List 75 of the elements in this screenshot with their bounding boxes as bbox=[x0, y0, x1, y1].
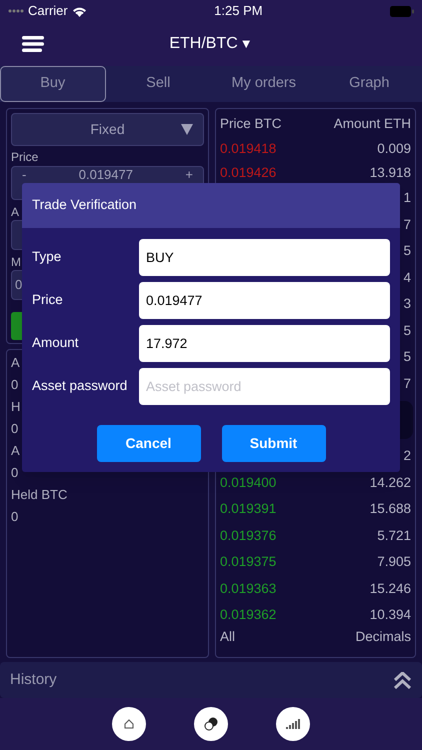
decimals-filter[interactable]: Decimals bbox=[355, 628, 411, 644]
input-field[interactable]: BUY bbox=[139, 239, 390, 276]
time-text: 1:25 PM bbox=[214, 2, 263, 20]
amount-text: 2 bbox=[403, 447, 411, 466]
amount-text: 15.688 bbox=[370, 500, 411, 518]
balance-label: A bbox=[11, 442, 20, 460]
wifi-icon bbox=[72, 6, 87, 16]
price-text: 0.019426 bbox=[220, 164, 276, 182]
amount-text: 15.246 bbox=[370, 580, 411, 598]
max-label: M bbox=[11, 254, 21, 270]
balance-label: Held BTC bbox=[11, 486, 68, 504]
price-text: 0.019363 bbox=[220, 580, 276, 598]
price-text: 0.019376 bbox=[220, 526, 276, 545]
all-filter[interactable]: All bbox=[220, 628, 236, 644]
amount-text: 10.394 bbox=[370, 606, 411, 624]
decrement-button[interactable]: - bbox=[22, 167, 26, 182]
bar-chart-icon bbox=[286, 719, 300, 729]
amount-text: 7.905 bbox=[377, 553, 411, 572]
pair-selector[interactable]: ETH/BTC▼ bbox=[169, 32, 253, 56]
amount-text: 7 bbox=[403, 216, 411, 234]
carrier-text: Carrier bbox=[28, 2, 68, 20]
price-label: Price bbox=[11, 150, 38, 164]
input-field[interactable]: 0.019477 bbox=[139, 282, 390, 319]
tab[interactable]: Graph bbox=[316, 66, 422, 102]
price-text: 0.019362 bbox=[220, 606, 276, 624]
home-icon bbox=[124, 719, 134, 729]
tab[interactable]: Sell bbox=[106, 66, 211, 102]
coins-icon bbox=[204, 717, 218, 731]
balance-label: A bbox=[11, 354, 20, 372]
price-text: 0.019375 bbox=[220, 553, 276, 572]
amount-text: 5.721 bbox=[377, 526, 411, 545]
balance-value: 0 bbox=[11, 376, 18, 394]
input-field[interactable]: Asset password bbox=[139, 368, 390, 405]
field-label: Asset password bbox=[32, 377, 128, 396]
increment-button[interactable]: + bbox=[185, 167, 193, 182]
history-bar[interactable]: History bbox=[0, 662, 422, 698]
dialog-title: Trade Verification bbox=[32, 196, 137, 214]
amount-text: 5 bbox=[403, 242, 411, 260]
price-text: 0.019400 bbox=[220, 474, 276, 492]
cancel-button[interactable]: Cancel bbox=[96, 425, 200, 462]
amount-text: 5 bbox=[403, 322, 411, 340]
caret-icon bbox=[181, 124, 193, 135]
tab[interactable]: Buy bbox=[0, 66, 106, 102]
input-field[interactable]: 17.972 bbox=[139, 325, 390, 362]
amount-text: 3 bbox=[403, 295, 411, 314]
amount-text: 0.009 bbox=[377, 140, 411, 158]
balance-label: H bbox=[11, 398, 20, 416]
amount-text: 7 bbox=[403, 374, 411, 393]
coins-button[interactable] bbox=[194, 707, 228, 741]
submit-button[interactable]: Submit bbox=[222, 425, 326, 462]
price-value: 0.019477 bbox=[78, 167, 133, 182]
amount-text: 4 bbox=[403, 268, 411, 287]
field-label: Amount bbox=[32, 334, 80, 352]
signal-icon bbox=[8, 9, 24, 13]
amount-text: 1 bbox=[403, 189, 411, 208]
chart-button[interactable] bbox=[276, 707, 310, 741]
price-text: 0.019391 bbox=[220, 500, 276, 518]
field-label: Price bbox=[32, 291, 64, 310]
tab[interactable]: My orders bbox=[211, 66, 316, 102]
amount-label: A bbox=[11, 204, 20, 220]
amount-text: 14.262 bbox=[370, 474, 411, 492]
field-label: Type bbox=[32, 248, 62, 266]
home-button[interactable] bbox=[112, 707, 146, 741]
balance-value: 0 bbox=[11, 464, 18, 482]
column-header: Price BTC bbox=[220, 115, 282, 134]
amount-text: 5 bbox=[403, 348, 411, 366]
column-header: Amount ETH bbox=[334, 115, 411, 134]
balance-value: 0 bbox=[11, 420, 18, 438]
battery-icon bbox=[390, 6, 414, 16]
balance-value: 0 bbox=[11, 508, 18, 526]
price-text: 0.019418 bbox=[220, 140, 276, 158]
double-chevron-icon bbox=[393, 672, 412, 688]
order-type-select[interactable]: Fixed bbox=[11, 113, 204, 146]
amount-text: 13.918 bbox=[370, 164, 411, 182]
menu-icon[interactable] bbox=[22, 36, 44, 52]
